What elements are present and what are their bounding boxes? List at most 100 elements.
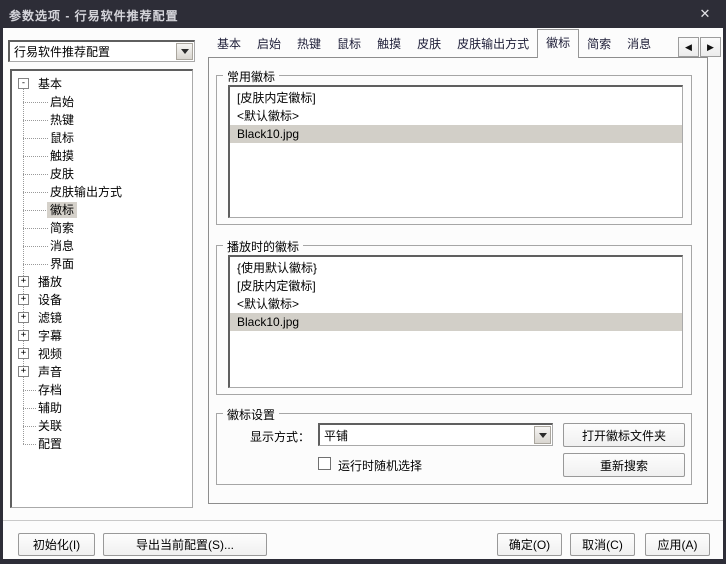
playback-logo-item-3[interactable]: Black10.jpg <box>230 313 682 331</box>
tab-4[interactable]: 触摸 <box>369 32 409 58</box>
tree-item-label: 存档 <box>38 383 63 397</box>
tree-connector-stub <box>23 210 48 211</box>
tree-item-label: 皮肤 <box>50 167 75 181</box>
collapse-icon[interactable]: - <box>18 78 29 89</box>
tree-item-label: 消息 <box>50 239 75 253</box>
tree-item-17[interactable]: 存档 <box>12 381 192 399</box>
options-dialog: 参数选项 - 行易软件推荐配置 ✕ 行易软件推荐配置 - 基本 启始 热键 鼠标 触摸 皮肤… <box>0 0 726 564</box>
tab-6[interactable]: 皮肤输出方式 <box>449 32 537 58</box>
chevron-down-icon[interactable] <box>176 43 193 60</box>
config-profile-select[interactable]: 行易软件推荐配置 <box>8 40 195 62</box>
tree-connector-stub <box>23 192 48 193</box>
playback-logo-item-1[interactable]: [皮肤内定徽标] <box>230 277 682 295</box>
expand-icon[interactable]: + <box>18 276 29 287</box>
tree-item-7[interactable]: 徽标 <box>12 201 192 219</box>
tree-item-label: 滤镜 <box>38 311 63 325</box>
close-icon[interactable]: ✕ <box>692 4 718 23</box>
playback-logo-item-2[interactable]: <默认徽标> <box>230 295 682 313</box>
tree-item-label: 界面 <box>50 257 75 271</box>
tree-item-label: 播放 <box>38 275 63 289</box>
playback-logo-item-0[interactable]: {使用默认徽标} <box>230 259 682 277</box>
tree-item-19[interactable]: 关联 <box>12 417 192 435</box>
tree-item-label: 触摸 <box>50 149 75 163</box>
tab-3[interactable]: 鼠标 <box>329 32 369 58</box>
tree-connector-stub <box>23 102 48 103</box>
random-select-label: 运行时随机选择 <box>338 459 423 473</box>
tree-item-12[interactable]: + 设备 <box>12 291 192 309</box>
tree-item-2[interactable]: 热键 <box>12 111 192 129</box>
tree-item-3[interactable]: 鼠标 <box>12 129 192 147</box>
tree-item-label: 简索 <box>50 221 75 235</box>
display-mode-select[interactable]: 平铺 <box>318 423 553 446</box>
expand-icon[interactable]: + <box>18 330 29 341</box>
display-mode-value: 平铺 <box>324 428 349 443</box>
group-logo-settings-title: 徽标设置 <box>223 406 280 423</box>
open-logo-folder-button[interactable]: 打开徽标文件夹 <box>563 423 685 447</box>
tab-5[interactable]: 皮肤 <box>409 32 449 58</box>
cancel-button[interactable]: 取消(C) <box>570 533 635 556</box>
research-button[interactable]: 重新搜索 <box>563 453 685 477</box>
tree-item-label: 徽标 <box>47 202 78 218</box>
common-logo-item-1[interactable]: <默认徽标> <box>230 107 682 125</box>
playback-logos-list[interactable]: {使用默认徽标} [皮肤内定徽标] <默认徽标> Black10.jpg <box>228 255 683 388</box>
tree-item-18[interactable]: 辅助 <box>12 399 192 417</box>
tree-item-9[interactable]: 消息 <box>12 237 192 255</box>
footer-divider <box>3 520 723 521</box>
tree-item-8[interactable]: 简索 <box>12 219 192 237</box>
tree-item-label: 皮肤输出方式 <box>50 185 123 199</box>
expand-icon[interactable]: + <box>18 366 29 377</box>
tree-connector-stub <box>23 264 48 265</box>
tree-item-label: 关联 <box>38 419 63 433</box>
tab-9[interactable]: 消息 <box>619 32 659 58</box>
tree-item-label: 字幕 <box>38 329 63 343</box>
common-logos-list[interactable]: [皮肤内定徽标] <默认徽标> Black10.jpg <box>228 85 683 218</box>
tab-scroll-left-icon[interactable]: ◀ <box>678 37 699 57</box>
group-common-logos-title: 常用徽标 <box>223 68 280 85</box>
apply-button[interactable]: 应用(A) <box>645 533 710 556</box>
tree-item-label: 声音 <box>38 365 63 379</box>
tree-item-label: 鼠标 <box>50 131 75 145</box>
tree-item-16[interactable]: + 声音 <box>12 363 192 381</box>
tab-7[interactable]: 徽标 <box>537 29 580 58</box>
expand-icon[interactable]: + <box>18 312 29 323</box>
tree-item-label: 基本 <box>38 77 63 91</box>
display-mode-label: 显示方式： <box>250 430 311 444</box>
expand-icon[interactable]: + <box>18 294 29 305</box>
group-playback-logos-title: 播放时的徽标 <box>223 238 304 255</box>
config-profile-value: 行易软件推荐配置 <box>14 45 111 59</box>
chevron-down-icon[interactable] <box>534 426 551 444</box>
tab-1[interactable]: 启始 <box>249 32 289 58</box>
tab-strip: 基本 启始 热键 鼠标 触摸 皮肤 皮肤输出方式 徽标 简索 消息 <box>209 29 659 58</box>
tab-0[interactable]: 基本 <box>209 32 249 58</box>
export-config-button[interactable]: 导出当前配置(S)... <box>103 533 267 556</box>
ok-button[interactable]: 确定(O) <box>497 533 562 556</box>
tree-item-6[interactable]: 皮肤输出方式 <box>12 183 192 201</box>
tree-item-1[interactable]: 启始 <box>12 93 192 111</box>
tree-connector-stub <box>23 120 48 121</box>
tree-item-11[interactable]: + 播放 <box>12 273 192 291</box>
tree-connector-stub <box>23 138 48 139</box>
tree-item-20[interactable]: 配置 <box>12 435 192 453</box>
tree-connector-stub <box>23 246 48 247</box>
common-logo-item-2[interactable]: Black10.jpg <box>230 125 682 143</box>
tree-item-13[interactable]: + 滤镜 <box>12 309 192 327</box>
tree-item-label: 热键 <box>50 113 75 127</box>
tree-item-4[interactable]: 触摸 <box>12 147 192 165</box>
tab-2[interactable]: 热键 <box>289 32 329 58</box>
common-logo-item-0[interactable]: [皮肤内定徽标] <box>230 89 682 107</box>
initialize-button[interactable]: 初始化(I) <box>18 533 95 556</box>
tab-8[interactable]: 简索 <box>579 32 619 58</box>
tree-item-5[interactable]: 皮肤 <box>12 165 192 183</box>
tree-connector-stub <box>23 156 48 157</box>
tree-item-14[interactable]: + 字幕 <box>12 327 192 345</box>
tree-connector-stub <box>23 174 48 175</box>
tab-scroll-right-icon[interactable]: ▶ <box>700 37 721 57</box>
tree-item-label: 设备 <box>38 293 63 307</box>
config-tree: - 基本 启始 热键 鼠标 触摸 皮肤 皮肤输出方式 徽标 简索 消息 界面 + 播放 + 设备 + 滤镜 + 字幕 +… <box>10 69 193 508</box>
tree-item-10[interactable]: 界面 <box>12 255 192 273</box>
tree-item-0[interactable]: - 基本 <box>12 75 192 93</box>
random-select-checkbox[interactable] <box>318 457 331 470</box>
expand-icon[interactable]: + <box>18 348 29 359</box>
window-title: 参数选项 - 行易软件推荐配置 <box>9 9 179 23</box>
tree-item-15[interactable]: + 视频 <box>12 345 192 363</box>
